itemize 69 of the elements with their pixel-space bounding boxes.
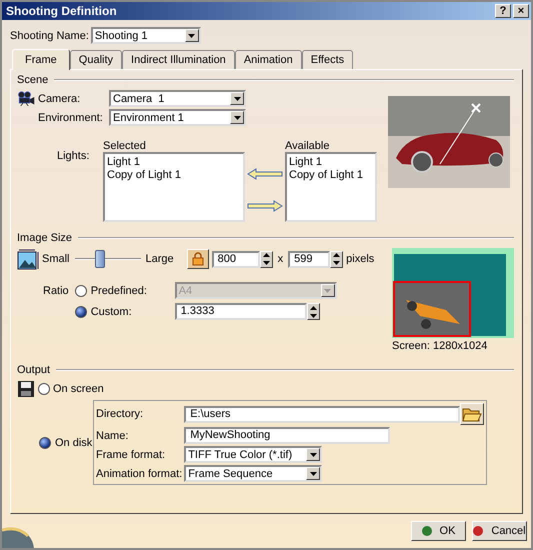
frame-format-label: Frame format:	[96, 448, 166, 460]
pixels-label: pixels	[346, 253, 374, 265]
left-arrow-icon[interactable]	[247, 168, 283, 180]
selected-lights-list[interactable]: Light 1 Copy of Light 1	[103, 152, 245, 222]
tab[interactable]: Indirect Illumination	[122, 50, 235, 69]
list-item[interactable]: Light 1	[289, 156, 373, 169]
movie-camera-icon	[17, 91, 35, 106]
slider-thumb[interactable]	[94, 250, 105, 268]
cancel-button[interactable]: Cancel	[472, 521, 527, 541]
tab[interactable]: Frame	[12, 49, 70, 70]
radio-label: On screen	[53, 383, 104, 395]
right-arrow-icon[interactable]	[247, 200, 283, 212]
name-label: Name:	[96, 430, 130, 442]
dropdown-arrow-button[interactable]	[230, 92, 244, 105]
list-title: Selected	[103, 140, 147, 152]
animation-format-label: Animation format:	[96, 468, 182, 480]
tab[interactable]: Quality	[70, 50, 122, 69]
list-item[interactable]: Copy of Light 1	[107, 169, 241, 182]
image-size-icon	[17, 248, 39, 270]
frame-format-dropdown[interactable]: TIFF True Color (*.tif)	[184, 446, 322, 463]
list-title: Available	[285, 140, 330, 152]
ok-button[interactable]: OK	[411, 521, 466, 541]
radio-label: Predefined:	[90, 284, 147, 296]
available-lights-list[interactable]: Light 1 Copy of Light 1	[285, 152, 377, 222]
animation-format-dropdown[interactable]: Frame Sequence	[184, 465, 322, 482]
ratio-field[interactable]: 1.3333	[174, 303, 307, 320]
height-field[interactable]: 599	[288, 250, 330, 268]
section-title: Output	[17, 364, 50, 376]
width-field[interactable]: 800	[212, 250, 260, 268]
screen-caption: Screen: 1280x1024	[392, 340, 488, 352]
caret-icon[interactable]	[310, 452, 317, 456]
tab[interactable]: Effects	[302, 50, 354, 69]
help-button[interactable]: ?	[495, 4, 511, 18]
directory-label: Directory:	[96, 408, 144, 420]
lock-button[interactable]	[186, 249, 209, 269]
small-label: Small	[42, 253, 70, 265]
dropdown-arrow-button[interactable]	[306, 448, 320, 461]
large-label: Large	[146, 253, 174, 265]
environment-label: Environment:	[38, 112, 104, 124]
caret-icon[interactable]	[310, 472, 317, 476]
dropdown-arrow-button[interactable]	[306, 467, 320, 480]
dropdown-arrow-button[interactable]	[230, 111, 244, 124]
caret-icon[interactable]	[188, 34, 196, 38]
environment-dropdown[interactable]: Environment 1	[109, 109, 246, 126]
dropdown-arrow-button[interactable]	[184, 29, 199, 42]
radio-button[interactable]	[74, 306, 87, 318]
caret-icon[interactable]	[234, 116, 240, 120]
shooting-name-dropdown[interactable]: Shooting 1	[90, 27, 201, 44]
section-title: Scene	[17, 74, 48, 86]
window-title: Shooting Definition	[6, 4, 117, 18]
radio-label: Custom:	[90, 306, 132, 318]
tab[interactable]: Animation	[234, 50, 302, 69]
caret-icon[interactable]	[234, 96, 240, 100]
close-button[interactable]: ×	[513, 4, 529, 18]
padlock-icon[interactable]	[192, 252, 204, 266]
times-label: x	[278, 253, 284, 265]
radio-button[interactable]	[39, 436, 51, 448]
list-item[interactable]: Copy of Light 1	[289, 169, 373, 182]
shooting-name-label: Shooting Name:	[10, 30, 89, 42]
ratio-label: Ratio	[43, 285, 69, 297]
camera-dropdown[interactable]: Camera 1	[109, 90, 246, 107]
directory-field[interactable]: E:\users	[184, 406, 460, 422]
lights-label: Lights:	[57, 150, 90, 162]
list-item[interactable]: Light 1	[107, 156, 241, 169]
radio-label: On disk	[55, 436, 92, 448]
camera-label: Camera:	[38, 92, 82, 104]
name-field[interactable]: MyNewShooting	[184, 427, 390, 444]
section-title: Image Size	[17, 232, 72, 244]
radio-button[interactable]	[38, 383, 50, 395]
